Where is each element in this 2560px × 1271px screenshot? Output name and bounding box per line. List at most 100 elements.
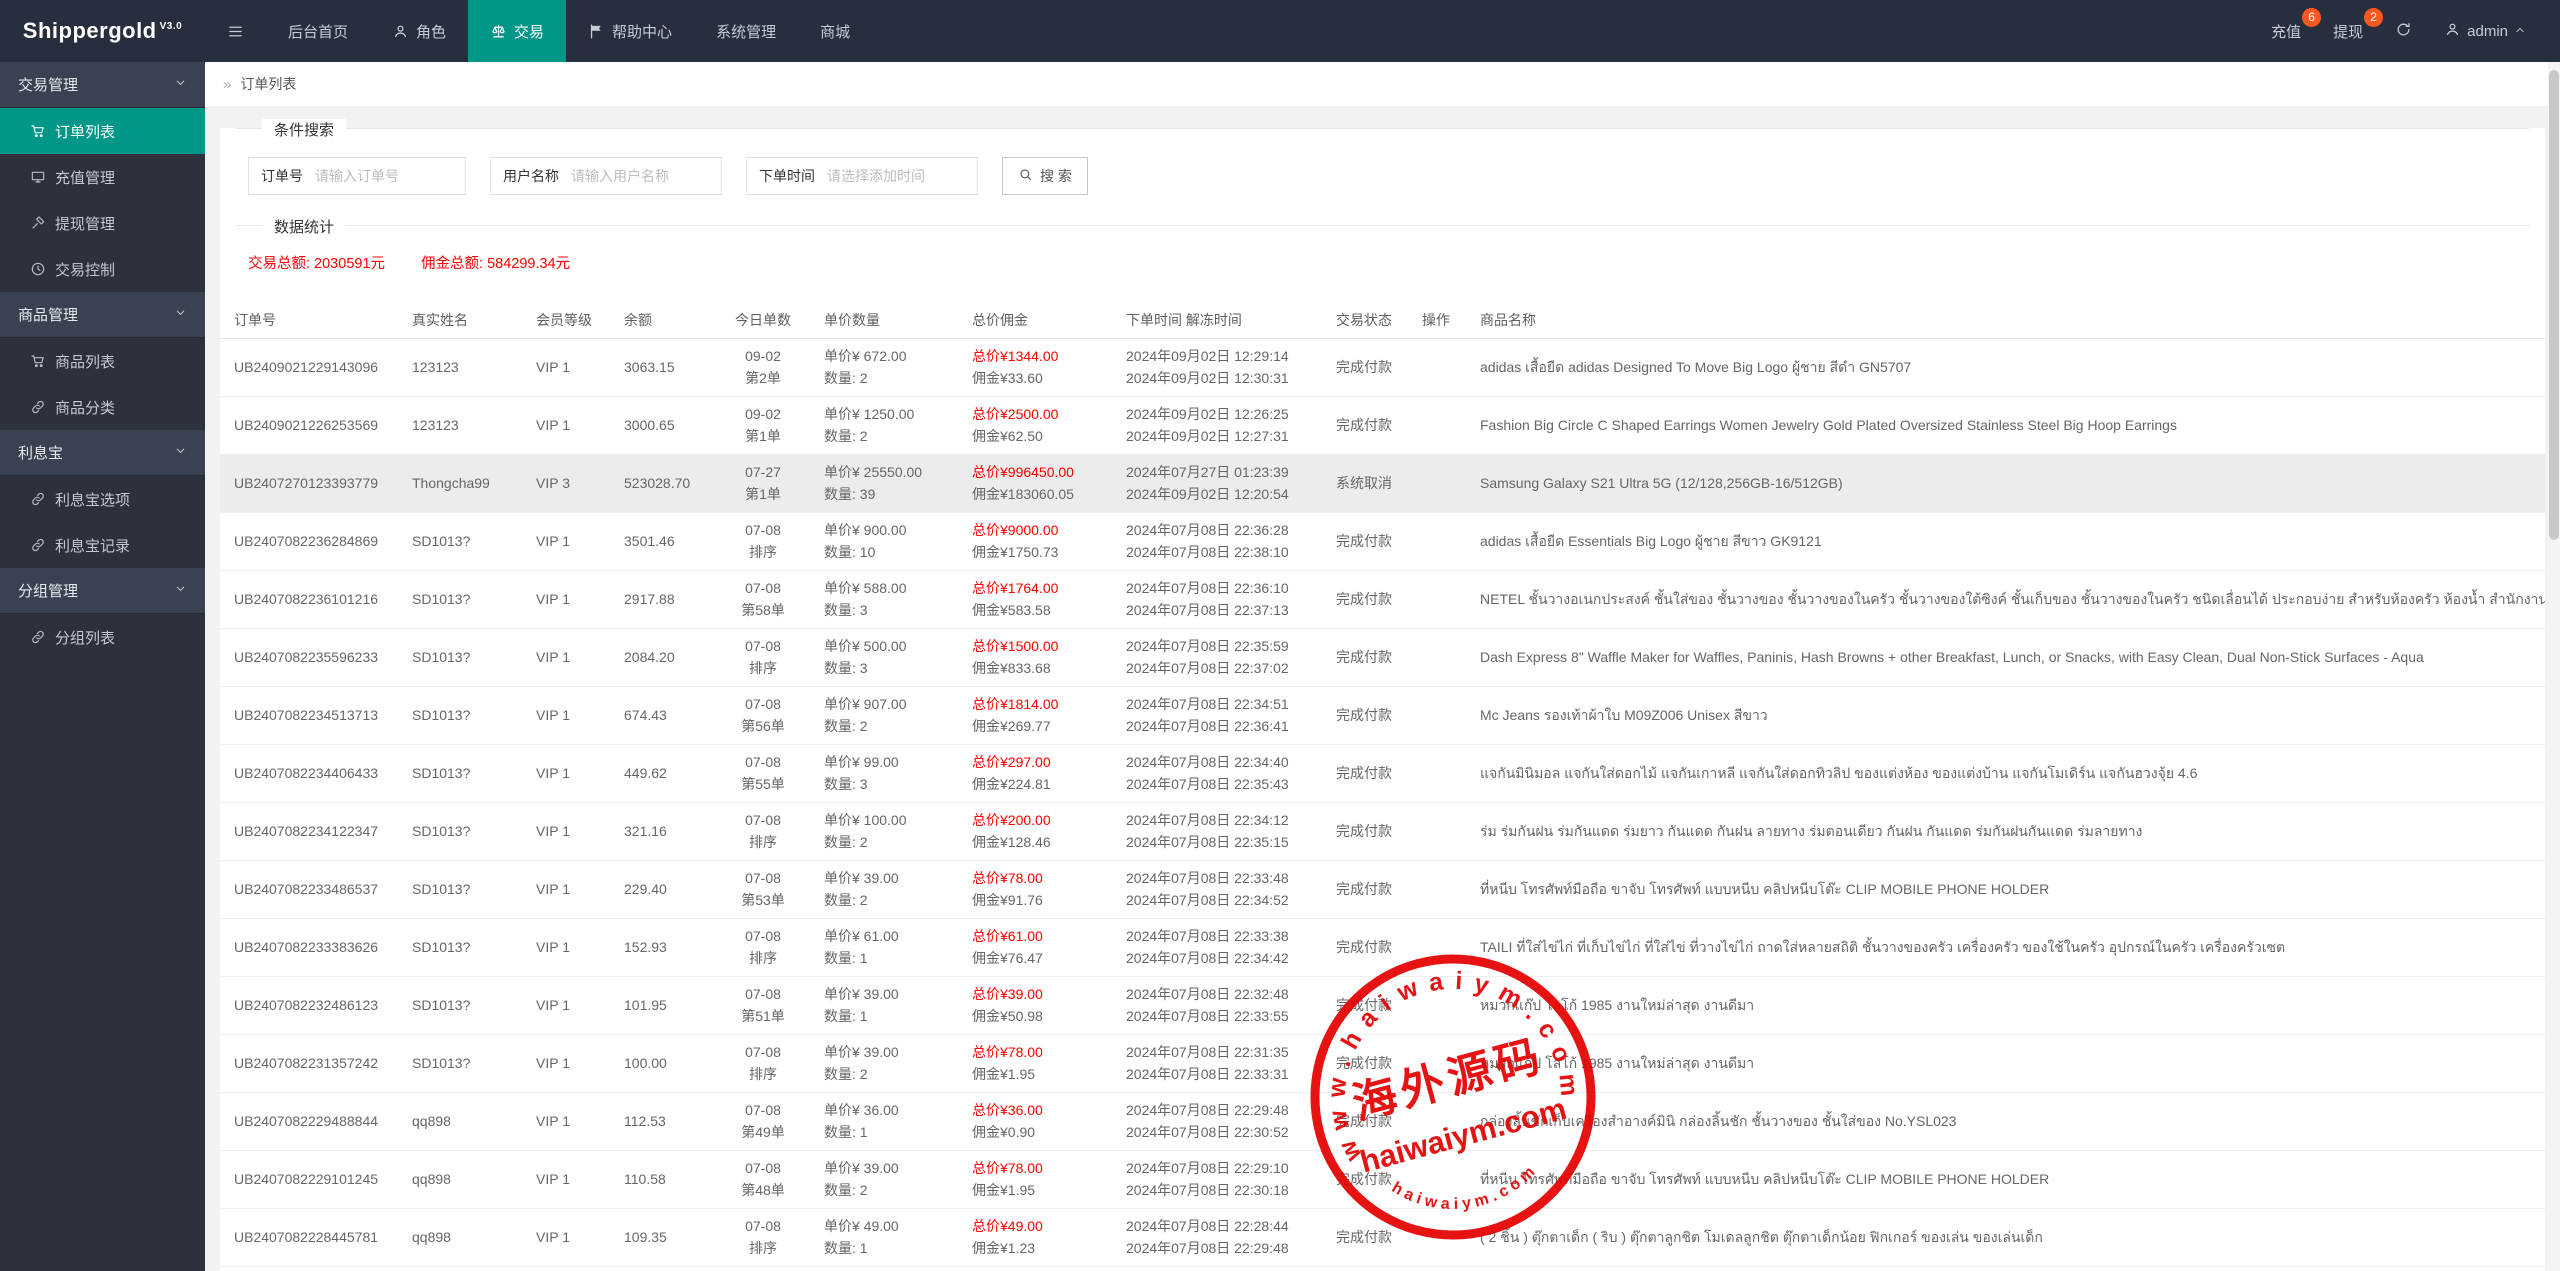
search-icon bbox=[1018, 167, 1033, 185]
table-row[interactable]: UB2407082234122347SD1013?VIP 1321.1607-0… bbox=[220, 802, 2545, 860]
sidebar-group-trade-mgmt[interactable]: 交易管理 bbox=[0, 62, 205, 108]
cell-total-commission: 总价¥2500.00佣金¥62.50 bbox=[962, 396, 1116, 454]
sidebar-group-label: 交易管理 bbox=[18, 74, 78, 95]
cell-level: VIP 1 bbox=[526, 976, 614, 1034]
cell-price-qty-line1: 单价¥ 39.00 bbox=[824, 867, 952, 889]
cell-total-commission: 总价¥78.00佣金¥91.76 bbox=[962, 860, 1116, 918]
link-icon bbox=[30, 399, 46, 415]
table-row[interactable]: UB2409021226253569123123VIP 13000.6509-0… bbox=[220, 396, 2545, 454]
sidebar-group-product-mgmt[interactable]: 商品管理 bbox=[0, 292, 205, 338]
sidebar-item-label: 分组列表 bbox=[55, 627, 115, 648]
cell-total-commission-line2: 佣金¥33.60 bbox=[972, 367, 1106, 389]
nav-item-label: 商城 bbox=[820, 21, 850, 42]
search-input-user-name[interactable] bbox=[571, 168, 721, 184]
cell-level: VIP 3 bbox=[526, 454, 614, 512]
col-header: 下单时间 解冻时间 bbox=[1116, 303, 1316, 338]
table-row[interactable]: UB2407082234406433SD1013?VIP 1449.6207-0… bbox=[220, 744, 2545, 802]
table-row[interactable]: UB2407082236284869SD1013?VIP 13501.4607-… bbox=[220, 512, 2545, 570]
sidebar-group-group-mgmt[interactable]: 分组管理 bbox=[0, 568, 205, 614]
cell-day-orders-line2: 第48单 bbox=[722, 1179, 804, 1201]
cell-product: หมวกแก๊ป โลโก้ 1985 งานใหม่ล่าสุด งานดีม… bbox=[1470, 1034, 2545, 1092]
table-row[interactable]: UB2407082233383626SD1013?VIP 1152.9307-0… bbox=[220, 918, 2545, 976]
chevron-up-icon bbox=[2514, 23, 2526, 40]
cell-times-line2: 2024年07月08日 22:30:52 bbox=[1126, 1121, 1306, 1143]
nav-item-help-center[interactable]: 帮助中心 bbox=[566, 0, 694, 62]
col-header: 商品名称 bbox=[1470, 303, 2545, 338]
content-card: 条件搜索 订单号用户名称下单时间搜 索 数据统计 交易总额: 2030591元 … bbox=[220, 128, 2545, 1271]
refresh-button[interactable] bbox=[2379, 0, 2428, 62]
nav-item-menu-toggle[interactable] bbox=[205, 0, 266, 62]
nav-item-home[interactable]: 后台首页 bbox=[266, 0, 370, 62]
table-row[interactable]: UB2407082235596233SD1013?VIP 12084.2007-… bbox=[220, 628, 2545, 686]
table-row[interactable]: UB2407082233486537SD1013?VIP 1229.4007-0… bbox=[220, 860, 2545, 918]
cell-day-orders: 07-08第53单 bbox=[712, 860, 814, 918]
table-row[interactable]: UB2407082228445781qq898VIP 1109.3507-08排… bbox=[220, 1208, 2545, 1266]
search-input-order-time[interactable] bbox=[827, 168, 977, 184]
cell-product: แจกันมินิมอล แจกันใส่ดอกไม้ แจกันเกาหลี … bbox=[1470, 744, 2545, 802]
nav-item-trade[interactable]: 交易 bbox=[468, 0, 566, 62]
table-row[interactable]: UB2409021229143096123123VIP 13063.1509-0… bbox=[220, 338, 2545, 396]
cell-action bbox=[1412, 686, 1470, 744]
cell-order-no: UB2409021229143096 bbox=[220, 338, 402, 396]
recharge-button[interactable]: 充值 6 bbox=[2255, 0, 2317, 62]
sidebar-item-withdraw-mgmt[interactable]: 提现管理 bbox=[0, 200, 205, 246]
cell-day-orders-line1: 07-08 bbox=[722, 693, 804, 715]
search-button[interactable]: 搜 索 bbox=[1002, 157, 1088, 195]
withdraw-button[interactable]: 提现 2 bbox=[2317, 0, 2379, 62]
sidebar-item-group-list[interactable]: 分组列表 bbox=[0, 614, 205, 660]
cell-times-line2: 2024年09月02日 12:30:31 bbox=[1126, 367, 1306, 389]
sidebar-item-product-category[interactable]: 商品分类 bbox=[0, 384, 205, 430]
cell-product: ที่หนีบ โทรศัพท์มือถือ ขาจับ โทรศัพท์ แบ… bbox=[1470, 860, 2545, 918]
cell-price-qty: 单价¥ 588.00数量: 3 bbox=[814, 570, 962, 628]
nav-item-mall[interactable]: 商城 bbox=[798, 0, 872, 62]
admin-username: admin bbox=[2467, 23, 2508, 40]
sidebar-group-label: 分组管理 bbox=[18, 580, 78, 601]
cell-real-name: SD1013? bbox=[402, 686, 526, 744]
cell-times: 2024年07月08日 22:31:352024年07月08日 22:33:31 bbox=[1116, 1034, 1316, 1092]
table-row[interactable]: UB2407082234513713SD1013?VIP 1674.4307-0… bbox=[220, 686, 2545, 744]
search-input-order-no[interactable] bbox=[315, 168, 465, 184]
cell-price-qty: 单价¥ 1250.00数量: 2 bbox=[814, 396, 962, 454]
table-row[interactable]: UB2407082231357242SD1013?VIP 1100.0007-0… bbox=[220, 1034, 2545, 1092]
cell-price-qty: 单价¥ 500.00数量: 3 bbox=[814, 628, 962, 686]
cell-level: VIP 1 bbox=[526, 1208, 614, 1266]
nav-item-role[interactable]: 角色 bbox=[370, 0, 468, 62]
scrollbar-track[interactable] bbox=[2548, 62, 2560, 1271]
table-row[interactable]: UB2407082229101245qq898VIP 1110.5807-08第… bbox=[220, 1150, 2545, 1208]
cell-price-qty-line2: 数量: 2 bbox=[824, 367, 952, 389]
cell-day-orders-line1: 07-08 bbox=[722, 1099, 804, 1121]
table-row[interactable]: UB2407082232486123SD1013?VIP 1101.9507-0… bbox=[220, 976, 2545, 1034]
cell-day-orders: 07-08第55单 bbox=[712, 744, 814, 802]
app-title: Shippergold bbox=[23, 18, 157, 44]
cell-price-qty-line2: 数量: 2 bbox=[824, 715, 952, 737]
sidebar-group-interest-bao[interactable]: 利息宝 bbox=[0, 430, 205, 476]
cell-order-no: UB2407082234513713 bbox=[220, 686, 402, 744]
cell-times: 2024年07月08日 22:33:382024年07月08日 22:34:42 bbox=[1116, 918, 1316, 976]
nav-item-system[interactable]: 系统管理 bbox=[694, 0, 798, 62]
table-row[interactable]: UB2407082236101216SD1013?VIP 12917.8807-… bbox=[220, 570, 2545, 628]
cell-product: adidas เสื้อยืด Essentials Big Logo ผู้ช… bbox=[1470, 512, 2545, 570]
cell-status: 完成付款 bbox=[1316, 976, 1412, 1034]
sidebar-item-recharge-mgmt[interactable]: 充值管理 bbox=[0, 154, 205, 200]
cell-price-qty: 单价¥ 49.00数量: 1 bbox=[814, 1208, 962, 1266]
table-row[interactable]: UB2407082229488844qq898VIP 1112.5307-08第… bbox=[220, 1092, 2545, 1150]
sidebar-item-product-list[interactable]: 商品列表 bbox=[0, 338, 205, 384]
admin-menu[interactable]: admin bbox=[2428, 0, 2542, 62]
sidebar-item-interest-records[interactable]: 利息宝记录 bbox=[0, 522, 205, 568]
cell-product: หมวกแก๊ป โลโก้ 1985 งานใหม่ล่าสุด งานดีม… bbox=[1470, 976, 2545, 1034]
sidebar-item-order-list[interactable]: 订单列表 bbox=[0, 108, 205, 154]
cell-action bbox=[1412, 396, 1470, 454]
sidebar-item-interest-options[interactable]: 利息宝选项 bbox=[0, 476, 205, 522]
scrollbar-thumb[interactable] bbox=[2549, 70, 2559, 540]
cell-balance: 3063.15 bbox=[614, 338, 712, 396]
sidebar-item-trade-control[interactable]: 交易控制 bbox=[0, 246, 205, 292]
search-group-order-time: 下单时间 bbox=[746, 157, 978, 195]
cell-total-commission-line1: 总价¥61.00 bbox=[972, 925, 1106, 947]
cell-action bbox=[1412, 1034, 1470, 1092]
cart-icon bbox=[30, 123, 46, 139]
cell-balance: 674.43 bbox=[614, 686, 712, 744]
table-row[interactable]: UB2407270123393779Thongcha99VIP 3523028.… bbox=[220, 454, 2545, 512]
cell-total-commission-line1: 总价¥2500.00 bbox=[972, 403, 1106, 425]
cell-product: ( 2 ชิ้น ) ตุ๊กตาเด็ก ( ริบ ) ตุ๊กตาลูกช… bbox=[1470, 1208, 2545, 1266]
cell-action bbox=[1412, 570, 1470, 628]
